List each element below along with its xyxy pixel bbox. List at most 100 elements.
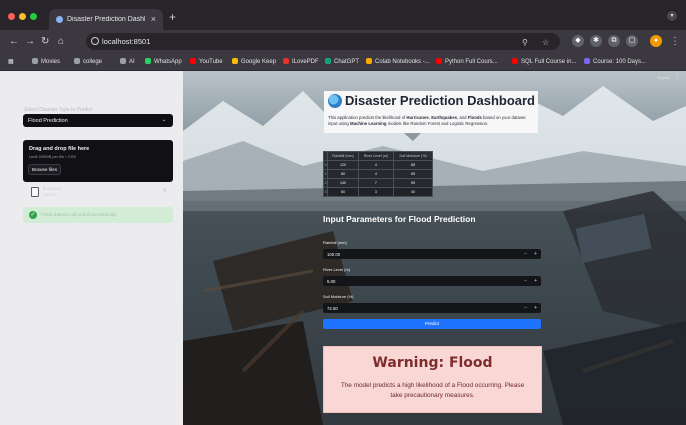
home-icon[interactable]: ⌂	[58, 35, 64, 48]
profile-avatar-icon[interactable]: ●	[650, 35, 662, 47]
river-level-increment-button[interactable]: +	[534, 278, 537, 284]
file-uploader[interactable]: Drag and drop file here Limit 200MB per …	[23, 140, 173, 182]
bookmark-movies[interactable]: Movies	[32, 58, 60, 65]
bookmark-star-icon[interactable]: ☆	[542, 38, 549, 47]
extensions-icon[interactable]: ⧉	[608, 35, 620, 47]
bookmark-google-keep[interactable]: Google Keep	[232, 58, 276, 65]
bookmark-python-course[interactable]: Python Full Cours...	[436, 58, 498, 65]
reload-icon[interactable]: ↻	[41, 35, 49, 48]
browser-menu-icon[interactable]: ⋮	[670, 35, 680, 48]
app-description: This application predicts the likelihood…	[324, 112, 538, 133]
streamlit-favicon-icon	[56, 16, 63, 23]
rainfall-decrement-button[interactable]: −	[524, 251, 527, 257]
colab-icon	[366, 58, 372, 64]
rainfall-label: Rainfall (mm)	[323, 240, 347, 245]
table-cell: 85	[392, 160, 434, 170]
disaster-type-value: Flood Prediction	[28, 118, 68, 124]
rainfall-value: 100.00	[327, 252, 341, 257]
bookmark-ilovepdf[interactable]: ILovePDF	[283, 58, 319, 65]
bookmark-youtube[interactable]: YouTube	[190, 58, 223, 65]
forward-arrow-icon[interactable]: →	[25, 35, 35, 48]
whatsapp-icon	[145, 58, 151, 64]
predict-button[interactable]: Predict	[323, 319, 541, 329]
soil-moisture-increment-button[interactable]: +	[534, 305, 537, 311]
file-icon	[31, 187, 39, 197]
table-cell: 4	[357, 169, 394, 179]
url-input[interactable]: localhost:8501 ⚲ ☆	[86, 33, 560, 50]
table-header-row: Rainfall (mm) River Level (m) Soil Moist…	[322, 151, 434, 161]
input-parameters-heading: Input Parameters for Flood Prediction	[323, 214, 476, 224]
table-cell: 140	[327, 178, 359, 188]
chevron-down-icon: ⌄	[161, 117, 166, 123]
main-menu-icon[interactable]: ⋮	[674, 73, 680, 80]
new-tab-button[interactable]: +	[169, 10, 176, 24]
folder-icon	[74, 58, 80, 64]
soil-moisture-label: Soil Moisture (%)	[323, 294, 354, 299]
upload-success-alert: ✓ Flood dataset uploaded successfully!	[23, 207, 173, 223]
rainfall-input[interactable]: 100.00 − +	[323, 249, 541, 259]
bookmark-chatgpt[interactable]: ChatGPT	[325, 58, 359, 65]
zoom-icon[interactable]: ⚲	[522, 38, 528, 47]
youtube-icon	[190, 58, 196, 64]
bookmark-100-days[interactable]: Course: 100 Days...	[584, 58, 646, 65]
chatgpt-icon	[325, 58, 331, 64]
bookmark-ai[interactable]: AI	[120, 58, 135, 65]
folder-icon	[120, 58, 126, 64]
table-row: 2 140 7 95	[322, 178, 434, 188]
page-viewport: Select Disaster Type to Predict Flood Pr…	[0, 71, 686, 425]
table-cell: 80	[327, 169, 359, 179]
soil-moisture-value: 72.50	[327, 306, 338, 311]
soil-moisture-decrement-button[interactable]: −	[524, 305, 527, 311]
table-cell: 3	[357, 187, 394, 197]
browser-tab[interactable]: Disaster Prediction Dashboar ×	[49, 9, 163, 30]
table-row: 1 80 4 65	[322, 169, 434, 179]
table-header[interactable]: River Level (m)	[357, 151, 394, 161]
river-level-decrement-button[interactable]: −	[524, 278, 527, 284]
table-header[interactable]: Soil Moisture (%)	[392, 151, 434, 161]
sidebar: Select Disaster Type to Predict Flood Pr…	[0, 71, 183, 425]
bookmark-colab[interactable]: Colab Notebooks -...	[366, 58, 430, 65]
bookmarks-bar: ▦ Movies college AI WhatsApp YouTube Goo…	[0, 53, 686, 71]
table-cell: 60	[327, 187, 359, 197]
tab-title: Disaster Prediction Dashboar	[67, 16, 145, 23]
uploaded-file-name: flood.csv	[43, 186, 61, 191]
extension-shield-icon[interactable]: ◆	[572, 35, 584, 47]
back-arrow-icon[interactable]: ←	[9, 35, 19, 48]
flood-warning-alert: Warning: Flood The model predicts a high…	[323, 346, 542, 413]
table-row: 3 60 3 40	[322, 187, 434, 197]
bookmark-whatsapp[interactable]: WhatsApp	[145, 58, 182, 65]
apps-grid-icon[interactable]: ▦	[8, 58, 14, 65]
river-level-label: River Level (m)	[323, 267, 351, 272]
soil-moisture-input[interactable]: 72.50 − +	[323, 303, 541, 313]
bookmark-college[interactable]: college	[74, 58, 102, 65]
maximize-window-button[interactable]	[30, 13, 37, 20]
river-level-input[interactable]: 5.00 − +	[323, 276, 541, 286]
tab-close-icon[interactable]: ×	[151, 14, 156, 24]
browse-files-button[interactable]: Browse files	[28, 164, 61, 175]
uploaded-file-size: 164.0B	[43, 192, 56, 197]
youtube-icon	[436, 58, 442, 64]
page-title: Disaster Prediction Dashboard	[345, 93, 535, 108]
disaster-type-label: Select Disaster Type to Predict	[24, 107, 93, 113]
disaster-type-select[interactable]: Flood Prediction ⌄	[23, 114, 173, 127]
tab-strip-icon[interactable]: ▢	[626, 35, 638, 47]
table-header[interactable]: Rainfall (mm)	[327, 151, 359, 161]
warning-title: Warning: Flood	[372, 355, 493, 371]
rainfall-increment-button[interactable]: +	[534, 251, 537, 257]
dataset-table[interactable]: Rainfall (mm) River Level (m) Soil Moist…	[322, 151, 434, 197]
bookmark-sql-course[interactable]: SQL Full Course in...	[512, 58, 576, 65]
tab-search-icon[interactable]: ▾	[667, 11, 677, 21]
youtube-icon	[512, 58, 518, 64]
google-keep-icon	[232, 58, 238, 64]
river-level-value: 5.00	[327, 279, 336, 284]
remove-file-icon[interactable]: ✕	[162, 187, 167, 194]
close-window-button[interactable]	[8, 13, 15, 20]
table-cell: 95	[392, 178, 434, 188]
table-row: 0 120 4 85	[322, 160, 434, 170]
minimize-window-button[interactable]	[19, 13, 26, 20]
extension-puzzle-icon[interactable]: ✱	[590, 35, 602, 47]
ilovepdf-icon	[283, 58, 289, 64]
browser-tab-bar: Disaster Prediction Dashboar × + ▾	[0, 0, 686, 30]
site-info-icon[interactable]	[91, 37, 99, 45]
deploy-button[interactable]: Deploy	[658, 75, 670, 80]
